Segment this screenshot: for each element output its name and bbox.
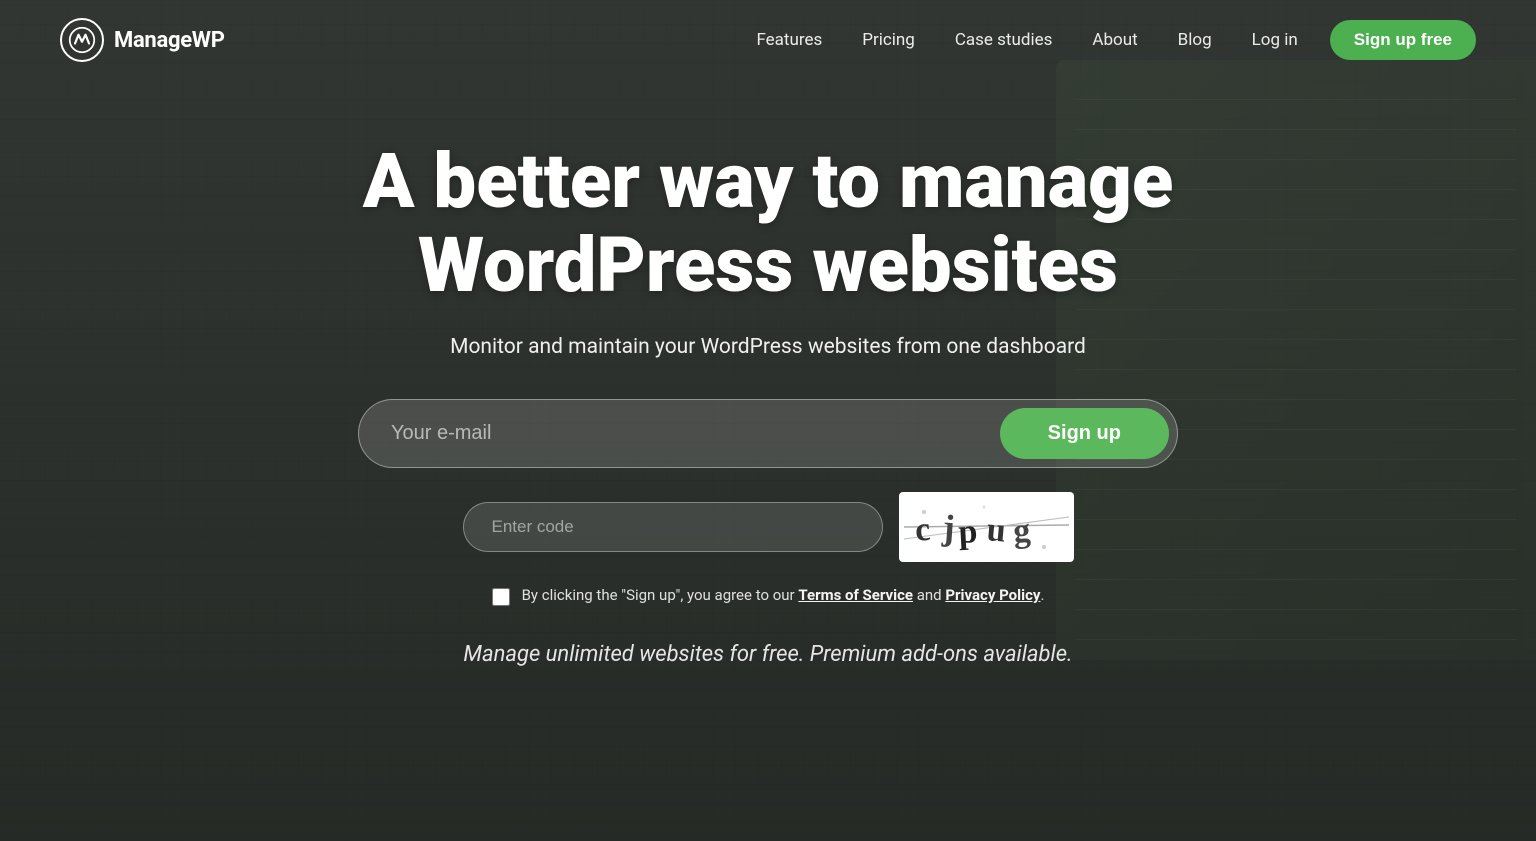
terms-row: By clicking the "Sign up", you agree to … (358, 586, 1178, 606)
terms-of-service-link[interactable]: Terms of Service (798, 586, 913, 604)
nav-signup-button[interactable]: Sign up free (1330, 20, 1476, 60)
email-input[interactable] (391, 412, 1000, 455)
terms-text: By clicking the "Sign up", you agree to … (522, 586, 1045, 604)
nav-pricing[interactable]: Pricing (846, 22, 931, 58)
nav-blog[interactable]: Blog (1162, 22, 1228, 58)
captcha-row: c j p u g (358, 492, 1178, 562)
captcha-image: c j p u g (899, 492, 1074, 562)
logo-svg (68, 26, 96, 54)
svg-text:u: u (985, 511, 1007, 550)
nav-case-studies[interactable]: Case studies (939, 22, 1069, 58)
nav-links: Features Pricing Case studies About Blog… (740, 20, 1476, 60)
navbar: ManageWP Features Pricing Case studies A… (0, 0, 1536, 80)
nav-features[interactable]: Features (740, 22, 838, 58)
captcha-input[interactable] (463, 502, 883, 552)
nav-login[interactable]: Log in (1236, 22, 1314, 58)
terms-checkbox[interactable] (492, 588, 510, 606)
terms-end: . (1040, 586, 1044, 604)
nav-about[interactable]: About (1076, 22, 1153, 58)
email-signup-form: Sign up (358, 399, 1178, 468)
svg-text:p: p (957, 513, 978, 551)
svg-text:g: g (1011, 512, 1031, 550)
captcha-svg: c j p u g (904, 497, 1069, 557)
signup-button[interactable]: Sign up (1000, 408, 1169, 459)
logo-icon (60, 18, 104, 62)
svg-text:c: c (913, 511, 931, 549)
captcha-input-wrapper (463, 502, 883, 552)
hero-content: A better way to manage WordPress website… (0, 80, 1536, 667)
privacy-policy-link[interactable]: Privacy Policy (945, 586, 1040, 604)
hero-subtitle: Monitor and maintain your WordPress webs… (450, 335, 1086, 359)
hero-title: A better way to manage WordPress website… (200, 140, 1336, 307)
logo-text: ManageWP (114, 28, 225, 53)
terms-and: and (913, 586, 945, 604)
terms-text-before: By clicking the "Sign up", you agree to … (522, 586, 799, 604)
logo[interactable]: ManageWP (60, 18, 225, 62)
promo-text: Manage unlimited websites for free. Prem… (463, 642, 1072, 667)
